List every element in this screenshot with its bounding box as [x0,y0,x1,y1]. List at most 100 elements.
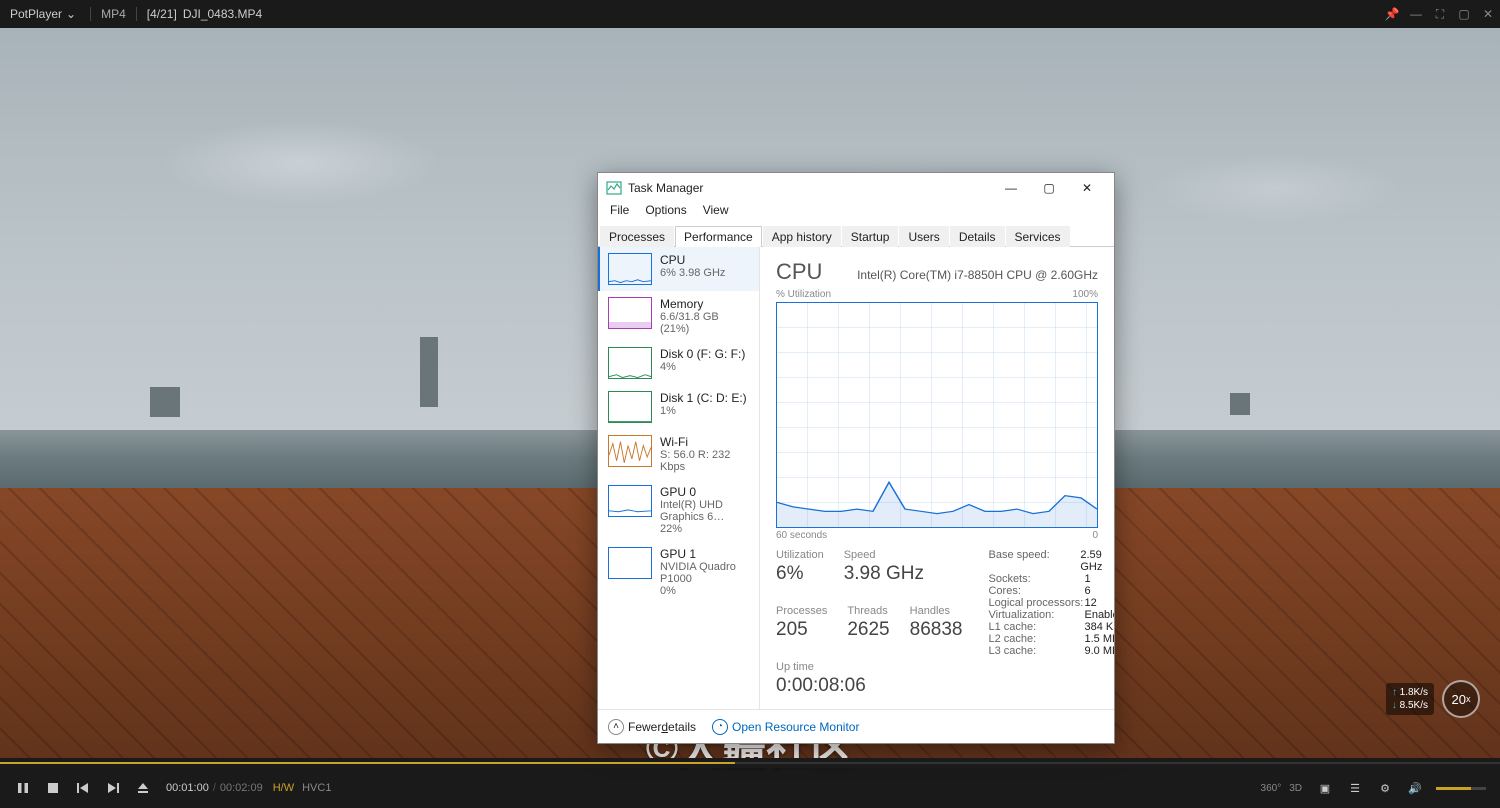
side-gpu0[interactable]: GPU 0Intel(R) UHD Graphics 6…22% [598,479,759,541]
detail-row: L2 cache:1.5 MB [988,633,1114,645]
settings-gear-icon[interactable]: ⚙ [1370,773,1400,803]
tm-close-button[interactable]: ✕ [1068,174,1106,202]
fewer-details-button[interactable]: ˄ Fewer details [608,719,696,735]
pin-icon[interactable]: 📌 [1380,0,1404,28]
hnd-label: Handles [910,605,963,617]
separator [90,7,91,21]
axis-bot-left: 60 seconds [776,530,827,541]
mini-mem-chart [608,297,652,329]
detail-row: L1 cache:384 KB [988,621,1114,633]
mini-disk0-chart [608,347,652,379]
volume-slider[interactable] [1436,787,1486,790]
eject-button[interactable] [128,773,158,803]
osd-overlay: 1.8K/s 8.5K/s 20x [1386,680,1480,718]
time-current: 00:01:00 [166,782,209,794]
axis-top-left: % Utilization [776,289,831,300]
chevron-up-icon: ˄ [608,719,624,735]
osd-pct-suffix: x [1466,694,1471,704]
open-resource-monitor-link[interactable]: ◔ Open Resource Monitor [712,719,859,735]
side-gpu1[interactable]: GPU 1NVIDIA Quadro P10000% [598,541,759,603]
tab-processes[interactable]: Processes [600,226,674,247]
proc-label: Processes [776,605,827,617]
tm-titlebar[interactable]: Task Manager — ▢ ✕ [598,173,1114,203]
mini-gpu0-chart [608,485,652,517]
osd-speed-circle[interactable]: 20x [1442,680,1480,718]
side-wifi-sub: S: 56.0 R: 232 Kbps [660,449,751,473]
side-memory[interactable]: Memory6.6/31.8 GB (21%) [598,291,759,341]
hw-flag[interactable]: H/W [273,782,294,794]
rotate-label[interactable]: 360° [1261,783,1282,794]
task-manager-icon [606,180,622,196]
tm-menu-options[interactable]: Options [639,203,692,223]
brand-label: PotPlayer [10,7,62,21]
side-gpu1-sub: NVIDIA Quadro P1000 [660,561,751,585]
side-disk1-sub: 1% [660,405,747,417]
util-value: 6% [776,563,824,585]
detail-key: Sockets: [988,573,1084,585]
side-wifi[interactable]: Wi-FiS: 56.0 R: 232 Kbps [598,429,759,479]
side-disk1[interactable]: Disk 1 (C: D: E:)1% [598,385,759,429]
detail-key: L1 cache: [988,621,1084,633]
axis-top-right: 100% [1072,289,1098,300]
side-disk1-name: Disk 1 (C: D: E:) [660,391,747,405]
thr-value: 2625 [847,619,889,641]
screenshot-icon[interactable]: ▣ [1310,773,1340,803]
detail-val: 9.0 MB [1084,645,1114,657]
side-gpu0-name: GPU 0 [660,485,751,499]
volume-icon[interactable]: 🔊 [1400,773,1430,803]
stop-button[interactable] [38,773,68,803]
tab-users[interactable]: Users [899,226,948,247]
detail-row: Base speed:2.59 GHz [988,549,1114,573]
detail-key: L3 cache: [988,645,1084,657]
video-canvas[interactable]: ©大疆社区 1.8K/s 8.5K/s 20x Task Manager — ▢… [0,28,1500,758]
tab-services[interactable]: Services [1006,226,1070,247]
detail-row: L3 cache:9.0 MB [988,645,1114,657]
prev-button[interactable] [68,773,98,803]
osd-down: 8.5K/s [1392,699,1428,712]
side-gpu0-sub: Intel(R) UHD Graphics 6… [660,499,751,523]
mini-disk1-chart [608,391,652,423]
tab-details[interactable]: Details [950,226,1005,247]
side-cpu-sub: 6% 3.98 GHz [660,267,725,279]
seek-bar[interactable] [0,758,1500,768]
maximize-icon[interactable]: ▢ [1452,0,1476,28]
side-gpu1-sub2: 0% [660,585,751,597]
playlist-icon[interactable]: ☰ [1340,773,1370,803]
resource-monitor-icon: ◔ [712,719,728,735]
cpu-model: Intel(R) Core(TM) i7-8850H CPU @ 2.60GHz [857,268,1098,282]
minimize-icon[interactable]: — [1404,0,1428,28]
cpu-chart[interactable] [776,302,1098,528]
tab-startup[interactable]: Startup [842,226,899,247]
tm-maximize-button[interactable]: ▢ [1030,174,1068,202]
tab-app-history[interactable]: App history [763,226,841,247]
side-cpu[interactable]: CPU6% 3.98 GHz [598,247,759,291]
tm-menu-view[interactable]: View [697,203,735,223]
side-wifi-name: Wi-Fi [660,435,751,449]
detail-key: Logical processors: [988,597,1084,609]
tm-tabs: Processes Performance App history Startu… [598,225,1114,247]
detail-row: Logical processors:12 [988,597,1114,609]
speed-label: Speed [844,549,924,561]
pause-button[interactable] [8,773,38,803]
potplayer-menu[interactable]: PotPlayer ⌄ [0,7,86,21]
three-d-label[interactable]: 3D [1289,783,1302,794]
detail-val: 6 [1084,585,1090,597]
close-icon[interactable]: ✕ [1476,0,1500,28]
tm-minimize-button[interactable]: — [992,174,1030,202]
time-total: 00:02:09 [220,782,263,794]
tm-menu-file[interactable]: File [604,203,635,223]
detail-key: L2 cache: [988,633,1084,645]
filename: DJI_0483.MP4 [183,7,262,21]
next-button[interactable] [98,773,128,803]
uptime-label: Up time [776,661,962,673]
tm-menubar: File Options View [598,203,1114,223]
fullscreen-icon[interactable]: ⛶ [1428,0,1452,28]
side-disk0-name: Disk 0 (F: G: F:) [660,347,745,361]
tab-performance[interactable]: Performance [675,226,762,247]
chevron-down-icon: ⌄ [66,7,76,21]
task-manager-window[interactable]: Task Manager — ▢ ✕ File Options View Pro… [597,172,1115,744]
time-display: 00:01:00/00:02:09 [166,782,263,794]
detail-val: 1.5 MB [1084,633,1114,645]
side-disk0[interactable]: Disk 0 (F: G: F:)4% [598,341,759,385]
hnd-value: 86838 [910,619,963,641]
